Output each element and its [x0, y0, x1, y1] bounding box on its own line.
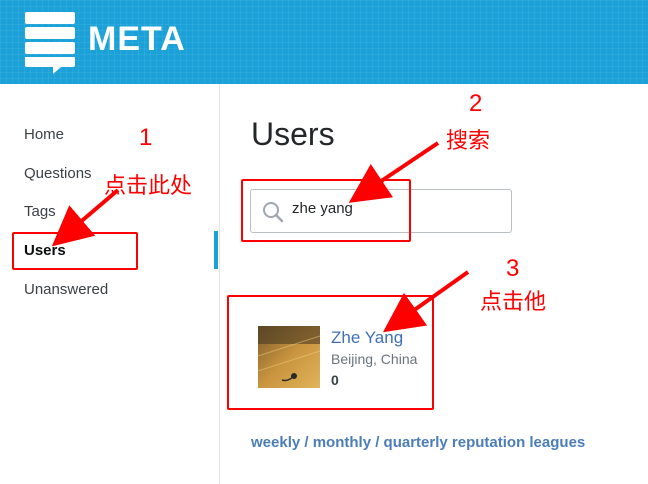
logo-icon[interactable] — [25, 12, 77, 74]
sidebar-item-questions[interactable]: Questions — [24, 165, 92, 182]
active-indicator — [214, 231, 218, 269]
sidebar-item-tags[interactable]: Tags — [24, 203, 56, 220]
sidebar-item-home[interactable]: Home — [24, 126, 64, 143]
annotation-text-2: 搜索 — [446, 128, 491, 153]
reputation-leagues-link[interactable]: weekly / monthly / quarterly reputation … — [251, 434, 585, 451]
page-title: Users — [251, 116, 335, 152]
sidebar-item-unanswered[interactable]: Unanswered — [24, 281, 108, 298]
annotation-text-1: 点击此处 — [104, 173, 193, 198]
annotation-box-2 — [241, 179, 411, 242]
annotation-text-3: 点击他 — [480, 289, 547, 314]
annotation-box-1 — [12, 232, 138, 270]
site-header: META — [0, 0, 648, 84]
annotation-number-2: 2 — [469, 90, 483, 117]
annotation-number-3: 3 — [506, 255, 520, 282]
annotation-number-1: 1 — [139, 124, 153, 151]
annotation-box-3 — [227, 295, 434, 410]
logo-text[interactable]: META — [88, 20, 186, 59]
